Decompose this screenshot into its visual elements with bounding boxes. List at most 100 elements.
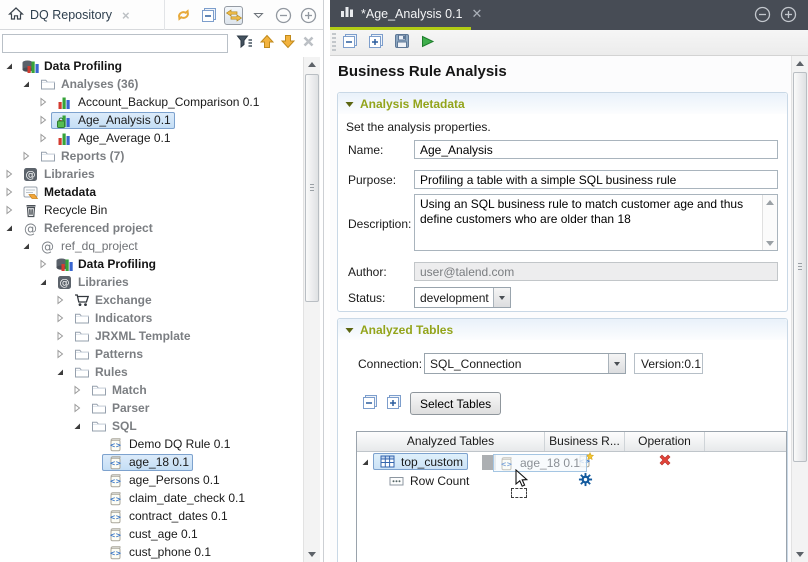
collapse-twisty-icon[interactable] — [21, 79, 34, 89]
expand-twisty-icon[interactable] — [38, 115, 51, 125]
gear-icon[interactable] — [578, 472, 593, 490]
expand-twisty-icon[interactable] — [4, 169, 17, 179]
section-header[interactable]: Analyzed Tables — [338, 319, 787, 340]
filter-icon[interactable] — [236, 34, 253, 49]
collapse-twisty-icon[interactable] — [4, 223, 17, 233]
description-field[interactable]: Using an SQL business rule to match cust… — [414, 194, 778, 251]
collapse-sections-icon[interactable] — [342, 33, 358, 52]
tree-item[interactable]: @Libraries — [0, 165, 301, 183]
collapse-twisty-icon[interactable] — [21, 241, 34, 251]
tree-item[interactable]: Patterns — [0, 345, 301, 363]
expand-twisty-icon[interactable] — [72, 385, 85, 395]
expand-twisty-icon[interactable] — [55, 331, 68, 341]
tree-item[interactable]: <>age_18 0.1 — [0, 453, 301, 471]
column-header[interactable]: Analyzed Tables — [357, 432, 545, 451]
scroll-up-button[interactable] — [304, 57, 320, 72]
maximize-icon[interactable] — [780, 6, 797, 26]
description-scrollbar[interactable] — [762, 195, 777, 250]
minimize-icon[interactable] — [274, 6, 293, 25]
scroll-up-button[interactable] — [792, 56, 808, 71]
collapse-twisty-icon[interactable] — [38, 277, 51, 287]
scroll-down-button[interactable] — [304, 547, 320, 562]
scrollbar-thumb[interactable] — [793, 72, 807, 462]
tree-item[interactable]: SQL — [0, 417, 301, 435]
expand-all-icon[interactable] — [386, 394, 402, 413]
tree-item[interactable]: Match — [0, 381, 301, 399]
editor-scrollbar[interactable] — [791, 56, 808, 562]
tree-item[interactable]: Age_Average 0.1 — [0, 129, 301, 147]
tree-item[interactable]: Reports (7) — [0, 147, 301, 165]
tree-item[interactable]: Data Profiling — [0, 255, 301, 273]
expand-twisty-icon[interactable] — [38, 259, 51, 269]
tab-dq-repository[interactable]: DQ Repository × — [0, 0, 165, 30]
expand-twisty-icon[interactable] — [21, 151, 34, 161]
tree-item[interactable]: Data Profiling — [0, 57, 301, 75]
expand-twisty-icon[interactable] — [4, 205, 17, 215]
collapse-all-icon[interactable] — [199, 6, 218, 25]
purpose-field[interactable] — [414, 170, 778, 189]
tree-item[interactable]: Parser — [0, 399, 301, 417]
tree-item[interactable]: <>contract_dates 0.1 — [0, 507, 301, 525]
collapse-twisty-icon[interactable] — [55, 367, 68, 377]
maximize-icon[interactable] — [299, 6, 318, 25]
minimize-icon[interactable] — [754, 6, 771, 26]
expand-twisty-icon[interactable] — [72, 403, 85, 413]
refresh-icon[interactable] — [174, 6, 193, 25]
tree-item[interactable]: <>Demo DQ Rule 0.1 — [0, 435, 301, 453]
collapse-twisty-icon[interactable] — [4, 61, 17, 71]
business-rule-cell[interactable] — [545, 472, 625, 490]
tree-item[interactable]: JRXML Template — [0, 327, 301, 345]
table-row[interactable]: Row Count — [357, 471, 786, 490]
delete-red-icon[interactable] — [658, 453, 672, 470]
scrollbar-thumb[interactable] — [305, 74, 319, 302]
run-icon[interactable] — [420, 34, 435, 52]
tree-item[interactable]: Indicators — [0, 309, 301, 327]
close-tab-icon[interactable]: × — [122, 8, 130, 23]
close-editor-tab-icon[interactable]: ✕ — [471, 6, 482, 22]
scroll-down-button[interactable] — [792, 547, 808, 562]
tree-item[interactable]: Recycle Bin — [0, 201, 301, 219]
tree-item[interactable]: <>claim_date_check 0.1 — [0, 489, 301, 507]
tree-item[interactable]: <>age_Persons 0.1 — [0, 471, 301, 489]
tab-age-analysis[interactable]: *Age_Analysis 0.1 ✕ — [330, 0, 471, 27]
collapse-section-icon[interactable] — [345, 323, 354, 337]
expand-twisty-icon[interactable] — [55, 295, 68, 305]
left-scrollbar[interactable] — [303, 57, 320, 562]
column-header[interactable]: Business R... — [545, 432, 625, 451]
save-icon[interactable] — [394, 33, 410, 52]
toolbar-drag-handle[interactable] — [332, 33, 336, 53]
collapse-all-icon[interactable] — [362, 394, 378, 413]
view-menu-icon[interactable] — [249, 6, 268, 25]
tree-item[interactable]: Age_Analysis 0.1 — [0, 111, 301, 129]
connection-dropdown[interactable]: SQL_Connection — [424, 353, 626, 374]
column-header[interactable]: Operation — [625, 432, 705, 451]
collapse-section-icon[interactable] — [345, 97, 354, 111]
tree-item[interactable]: <>cust_phone 0.1 — [0, 543, 301, 561]
tree-item[interactable]: Analyses (36) — [0, 75, 301, 93]
expand-twisty-icon[interactable] — [38, 133, 51, 143]
clear-icon[interactable] — [302, 35, 315, 48]
selected-table-cell[interactable]: top_custom — [373, 453, 468, 470]
dropdown-arrow-icon[interactable] — [608, 354, 625, 373]
tree-item[interactable]: Exchange — [0, 291, 301, 309]
link-with-editor-icon[interactable] — [224, 6, 243, 25]
filter-input[interactable] — [2, 34, 228, 53]
tree-item[interactable]: @Libraries — [0, 273, 301, 291]
collapse-twisty-icon[interactable] — [72, 421, 85, 431]
operation-cell[interactable] — [625, 453, 705, 470]
collapse-twisty-icon[interactable] — [360, 457, 373, 467]
expand-twisty-icon[interactable] — [55, 313, 68, 323]
tree-item[interactable]: Metadata — [0, 183, 301, 201]
select-tables-button[interactable]: Select Tables — [410, 392, 501, 415]
tree-item[interactable]: @Referenced project — [0, 219, 301, 237]
dropdown-arrow-icon[interactable] — [493, 288, 510, 307]
move-up-icon[interactable] — [260, 34, 274, 49]
tree-item[interactable]: Account_Backup_Comparison 0.1 — [0, 93, 301, 111]
expand-twisty-icon[interactable] — [55, 349, 68, 359]
status-dropdown[interactable]: development — [414, 287, 511, 308]
tree-item[interactable]: <>cust_age 0.1 — [0, 525, 301, 543]
column-header[interactable] — [705, 432, 786, 451]
move-down-icon[interactable] — [281, 34, 295, 49]
expand-twisty-icon[interactable] — [38, 97, 51, 107]
name-field[interactable] — [414, 140, 778, 159]
